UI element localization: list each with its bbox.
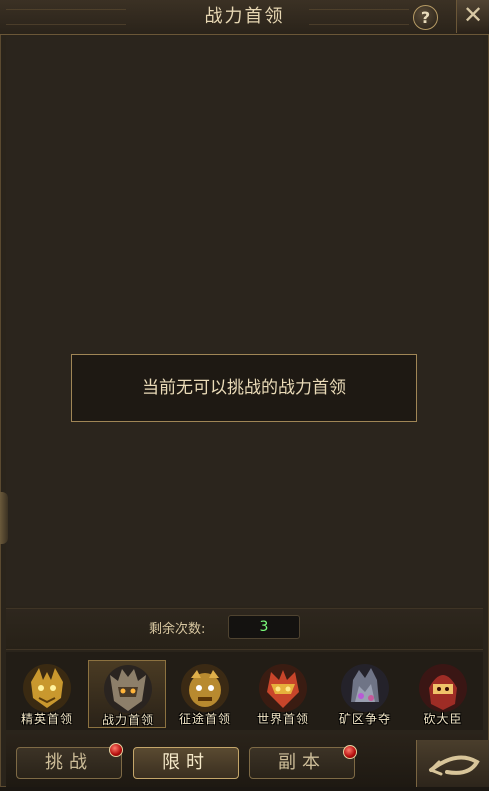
boss-tab-mine[interactable]: 矿区争夺 <box>326 660 404 728</box>
armored-warlord-icon <box>104 665 152 713</box>
boss-tab-label: 砍大臣 <box>423 712 463 726</box>
return-arrow-icon <box>429 755 480 776</box>
boss-tab-label: 精英首领 <box>20 712 73 726</box>
side-drawer-handle[interactable] <box>0 492 8 544</box>
boss-tab-label: 征途首领 <box>178 712 231 726</box>
return-button[interactable] <box>416 740 489 787</box>
empty-notice: 当前无可以挑战的战力首领 <box>71 354 417 422</box>
boss-tab-journey[interactable]: 征途首领 <box>166 660 244 728</box>
boss-tab-label: 战力首领 <box>101 713 154 727</box>
boss-tab-minister[interactable]: 砍大臣 <box>404 660 482 728</box>
tab-challenge[interactable]: 挑战 <box>16 747 122 779</box>
boss-tab-elite[interactable]: 精英首领 <box>8 660 86 728</box>
remaining-label: 剩余次数: <box>149 622 206 637</box>
help-button[interactable]: ? <box>413 5 438 30</box>
remaining-count: 3 <box>228 615 300 639</box>
boss-tab-label: 世界首领 <box>256 712 309 726</box>
red-dragon-icon <box>259 664 307 712</box>
red-demon-icon <box>419 664 467 712</box>
tab-limited[interactable]: 限时 <box>133 747 239 779</box>
close-button[interactable]: ✕ <box>456 0 489 33</box>
boss-tab-label: 矿区争夺 <box>338 712 391 726</box>
tab-dungeon[interactable]: 副本 <box>249 747 355 779</box>
boss-tab-power[interactable]: 战力首领 <box>88 660 166 728</box>
golden-demon-icon <box>23 664 71 712</box>
boss-tab-world[interactable]: 世界首领 <box>244 660 322 728</box>
content-area <box>6 36 483 606</box>
golden-beast-icon <box>181 664 229 712</box>
notification-dot <box>343 745 357 759</box>
notification-dot <box>109 743 123 757</box>
stone-golem-icon <box>341 664 389 712</box>
